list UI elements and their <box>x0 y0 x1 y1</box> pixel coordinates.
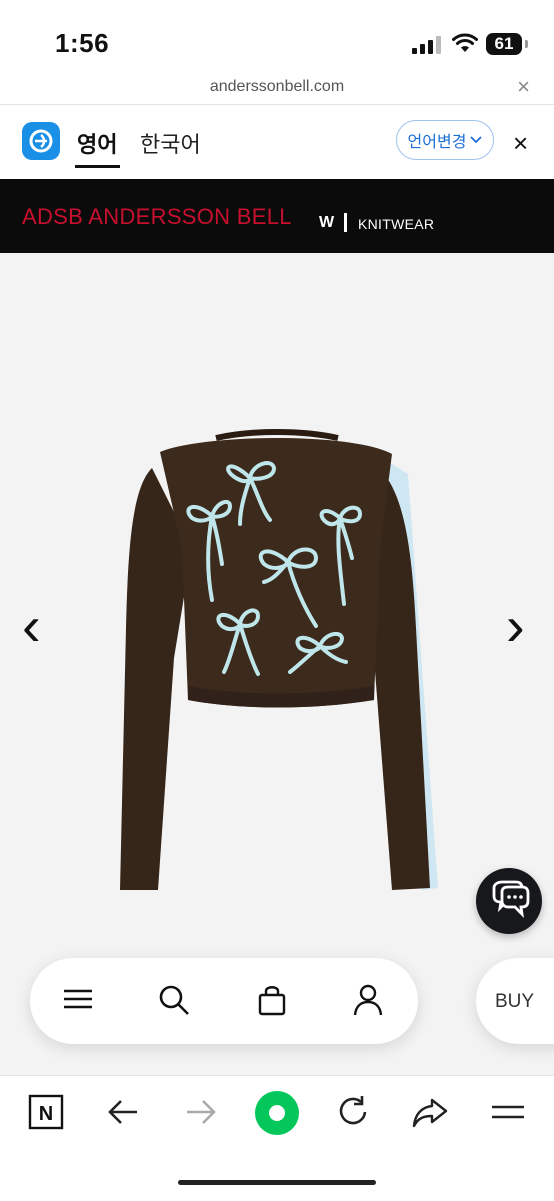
url-bar[interactable]: anderssonbell.com × <box>0 72 554 105</box>
forward-icon[interactable] <box>184 1094 218 1130</box>
product-image <box>120 429 438 890</box>
tab-active-indicator <box>75 165 120 168</box>
brand-name[interactable]: ADSB ANDERSSON BELL <box>22 204 292 230</box>
url-text[interactable]: anderssonbell.com <box>0 78 554 96</box>
back-icon[interactable] <box>106 1094 140 1130</box>
home-indicator[interactable] <box>178 1180 376 1185</box>
chat-bubble-icon <box>492 880 530 918</box>
menu-icon[interactable] <box>62 983 94 1015</box>
naver-n-icon[interactable]: N <box>28 1094 64 1130</box>
reload-icon[interactable] <box>336 1094 370 1130</box>
status-bar: 1:56 61 <box>0 0 554 72</box>
tab-korean[interactable]: 한국어 <box>140 127 201 159</box>
buy-button[interactable]: BUY <box>476 958 554 1044</box>
banner-divider <box>344 213 347 232</box>
next-image-button[interactable]: › <box>506 598 525 654</box>
category-label: KNITWEAR <box>358 216 435 232</box>
change-language-button[interactable]: 언어변경 <box>396 120 494 160</box>
green-dot-home-icon[interactable] <box>254 1090 300 1136</box>
chat-button[interactable] <box>476 868 542 934</box>
translator-logo-icon <box>22 122 60 160</box>
chevron-down-icon <box>470 136 483 144</box>
wifi-icon <box>452 33 478 52</box>
url-close-icon[interactable]: × <box>517 74 530 100</box>
status-time: 1:56 <box>55 28 110 58</box>
more-menu-icon[interactable] <box>490 1094 526 1130</box>
prev-image-button[interactable]: ‹ <box>22 598 41 654</box>
battery-icon: 61 <box>486 33 528 55</box>
tab-english[interactable]: 영어 <box>77 127 117 159</box>
gender-label: W <box>319 214 335 231</box>
change-language-label: 언어변경 <box>407 134 467 151</box>
shopping-bag-icon[interactable] <box>257 983 287 1017</box>
search-icon[interactable] <box>157 983 191 1017</box>
translate-close-icon[interactable]: × <box>513 128 528 159</box>
naver-n-label: N <box>39 1103 53 1125</box>
account-icon[interactable] <box>352 983 384 1017</box>
share-icon[interactable] <box>412 1094 448 1130</box>
cellular-signal-icon <box>412 36 441 54</box>
buy-label: BUY <box>495 991 535 1012</box>
